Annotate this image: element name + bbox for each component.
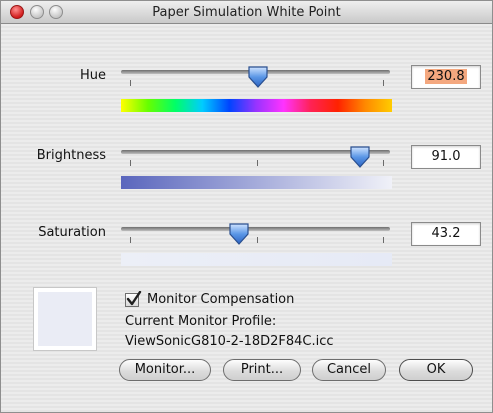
monitor-button[interactable]: Monitor... [119,359,211,381]
saturation-tick [257,237,258,243]
saturation-slider-thumb[interactable] [228,222,250,246]
brightness-tick [130,160,131,166]
monitor-compensation-label[interactable]: Monitor Compensation [147,292,294,307]
current-monitor-profile-label: Current Monitor Profile: [125,314,277,329]
print-button[interactable]: Print... [223,359,301,381]
saturation-tick [130,237,131,243]
paper-simulation-dialog: Paper Simulation White Point Hue 230.8 B… [0,0,493,413]
window-title: Paper Simulation White Point [152,5,341,20]
hue-tick [130,80,131,86]
brightness-label: Brightness [36,148,106,163]
brightness-tick [383,160,384,166]
hue-value-text: 230.8 [425,69,467,84]
hue-value-field[interactable]: 230.8 [411,65,481,89]
monitor-compensation-checkbox[interactable] [125,291,142,307]
checkmark-icon [126,291,142,306]
ok-button[interactable]: OK [399,359,473,381]
brightness-value-field[interactable]: 91.0 [411,145,481,169]
cancel-button[interactable]: Cancel [312,359,386,381]
saturation-color-bar [121,253,392,266]
brightness-tick [257,160,258,166]
monitor-profile-name: ViewSonicG810-2-18D2F84C.icc [125,334,334,349]
dialog-content: Hue 230.8 Brightness 91.0 Saturation 43.… [1,24,492,412]
saturation-slider-track[interactable] [121,227,390,231]
title-bar[interactable]: Paper Simulation White Point [1,1,492,24]
saturation-value-field[interactable]: 43.2 [411,222,481,246]
hue-slider-thumb[interactable] [247,65,269,89]
hue-tick [383,80,384,86]
brightness-color-bar [121,176,392,189]
saturation-tick [383,237,384,243]
hue-label: Hue [79,68,106,83]
hue-color-bar [121,99,392,112]
saturation-label: Saturation [38,225,106,240]
brightness-slider-thumb[interactable] [349,145,371,169]
white-point-preview-swatch [34,288,96,350]
